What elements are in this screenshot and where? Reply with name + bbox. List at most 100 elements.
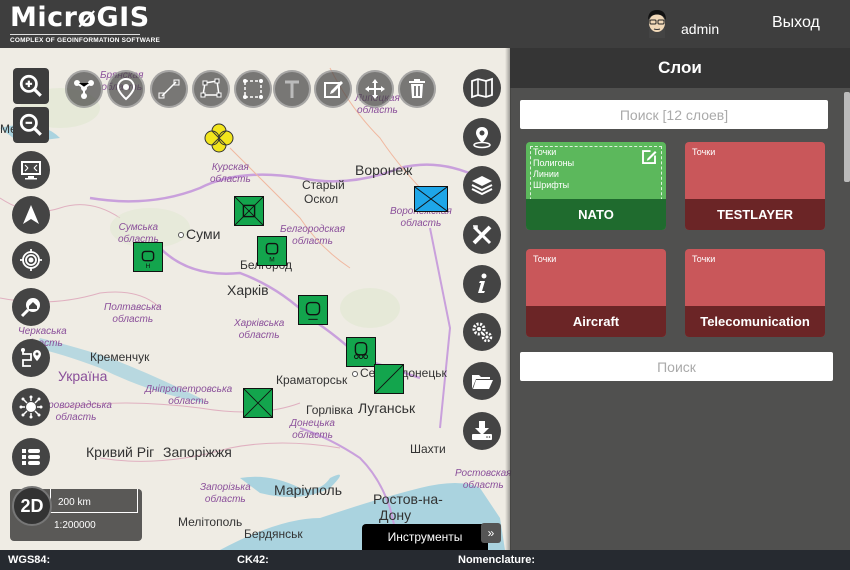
edit-icon <box>324 81 343 98</box>
info-icon <box>478 273 487 293</box>
nomenclature-label: Nomenclature: <box>458 554 536 566</box>
logo[interactable]: MicrøGIS COMPLEX OF GEOINFORMATION SOFTW… <box>10 3 160 44</box>
tools-tab[interactable]: Инструменты <box>362 524 488 550</box>
map-symbol-green[interactable] <box>298 295 328 325</box>
line-icon <box>158 79 180 99</box>
move-button[interactable] <box>356 70 394 108</box>
wgs84-label: WGS84: <box>8 554 51 566</box>
zoom-out-button[interactable] <box>13 107 49 143</box>
navigate-button[interactable] <box>12 196 50 234</box>
text-icon <box>285 80 299 98</box>
settings-button[interactable] <box>463 313 501 351</box>
map-symbol-green[interactable] <box>374 364 404 394</box>
layer-card-nato[interactable]: Точки Полигоны Линии Шрифты NATO <box>526 142 666 230</box>
edit-layer-icon[interactable] <box>640 148 658 166</box>
geolocation-button[interactable] <box>463 118 501 156</box>
map-symbol-yellow[interactable] <box>203 122 235 154</box>
sun-network-icon <box>19 395 43 419</box>
zoom-out-icon <box>19 113 42 136</box>
country-label: Україна <box>58 368 108 384</box>
city-label: Маріуполь <box>274 482 343 498</box>
trash-icon <box>409 79 425 98</box>
region-label: Запорізька область <box>200 482 251 505</box>
draw-rectangle-button[interactable] <box>234 70 272 108</box>
zoom-in-icon <box>19 74 42 97</box>
user-name: admin <box>681 21 720 37</box>
layer-types: Точки Полигоны Линии Шрифты <box>533 147 575 190</box>
polygon-icon <box>200 78 222 98</box>
navigation-arrow-icon <box>23 205 39 224</box>
svg-text:M: M <box>269 256 274 263</box>
map-symbol-green[interactable] <box>234 196 264 226</box>
map-symbol-green[interactable]: H <box>133 242 163 272</box>
layers-scrollbar[interactable] <box>844 92 850 182</box>
draw-polygon-button[interactable] <box>192 70 230 108</box>
map-icon <box>471 77 493 99</box>
edit-button[interactable] <box>314 70 352 108</box>
logout-button[interactable]: Выход <box>772 14 820 32</box>
search-address-button[interactable] <box>12 288 50 326</box>
region-label: Полтавська область <box>104 302 162 325</box>
draw-point-group-button[interactable] <box>65 70 103 108</box>
city-label: Дону <box>379 507 412 523</box>
draw-marker-button[interactable] <box>107 70 145 108</box>
home-search-icon <box>20 298 40 318</box>
layer-card-aircraft[interactable]: Точки Aircraft <box>526 249 666 337</box>
city-label: Бердянськ <box>244 527 303 541</box>
city-label: Кременчук <box>90 350 150 364</box>
gears-icon <box>472 322 493 343</box>
layer-types: Точки <box>692 254 716 264</box>
network-icon <box>74 80 94 99</box>
locate-button[interactable] <box>12 241 50 279</box>
scale-ratio: 1:200000 <box>54 520 96 531</box>
route-button[interactable] <box>12 339 50 377</box>
map-symbol-green[interactable] <box>346 337 376 367</box>
layers-search-input[interactable] <box>520 100 828 129</box>
legend-button[interactable] <box>12 438 50 476</box>
header: MicrøGIS COMPLEX OF GEOINFORMATION SOFTW… <box>0 0 850 48</box>
layers-icon <box>471 176 493 196</box>
layer-types: Точки <box>692 147 716 157</box>
list-icon <box>22 449 40 465</box>
map-symbol-green[interactable]: M <box>257 236 287 266</box>
city-label: Воронеж <box>355 162 413 178</box>
layer-name: Telecomunication <box>685 306 825 337</box>
city-label: Оскол <box>304 192 339 206</box>
logo-title: MicrøGIS <box>10 2 150 33</box>
delete-button[interactable] <box>398 70 436 108</box>
view-mode-toggle[interactable]: 2D <box>12 486 52 526</box>
open-folder-button[interactable] <box>463 362 501 400</box>
svg-text:H: H <box>146 263 151 270</box>
region-label: Харківська область <box>234 318 285 341</box>
expand-toolbar-button[interactable]: » <box>481 523 501 543</box>
zoom-in-button[interactable] <box>13 68 49 104</box>
scale-distance: 200 km <box>58 497 91 508</box>
status-bar: WGS84: CK42: Nomenclature: <box>0 550 850 570</box>
map-symbol-blue[interactable] <box>414 186 448 212</box>
route-icon <box>21 348 41 367</box>
layer-card-testlayer[interactable]: Точки TESTLAYER <box>685 142 825 230</box>
city-label: Мелітополь <box>178 515 243 529</box>
visibility-button[interactable] <box>12 388 50 426</box>
region-label: Дніпропетровська область <box>145 384 233 407</box>
rectangle-select-icon <box>243 79 263 99</box>
fullscreen-button[interactable] <box>12 151 50 189</box>
layer-search-input[interactable] <box>520 352 833 381</box>
basemap-button[interactable] <box>463 69 501 107</box>
draw-text-button[interactable] <box>273 70 311 108</box>
layer-card-telecomunication[interactable]: Точки Telecomunication <box>685 249 825 337</box>
region-label: Ростовская область <box>455 468 512 491</box>
city-label: Харків <box>227 282 269 298</box>
tools-button[interactable] <box>463 216 501 254</box>
city-label: Кривий Ріг <box>86 444 155 460</box>
download-button[interactable] <box>463 412 501 450</box>
city-label: Ростов-на- <box>373 491 443 507</box>
user-menu[interactable]: admin <box>643 8 719 38</box>
layers-button[interactable] <box>463 166 501 204</box>
info-button[interactable] <box>463 265 501 303</box>
location-pin-icon <box>473 127 491 149</box>
monitor-icon <box>21 161 41 180</box>
layer-name: NATO <box>526 199 666 230</box>
draw-line-button[interactable] <box>150 70 188 108</box>
map-symbol-green[interactable] <box>243 388 273 418</box>
